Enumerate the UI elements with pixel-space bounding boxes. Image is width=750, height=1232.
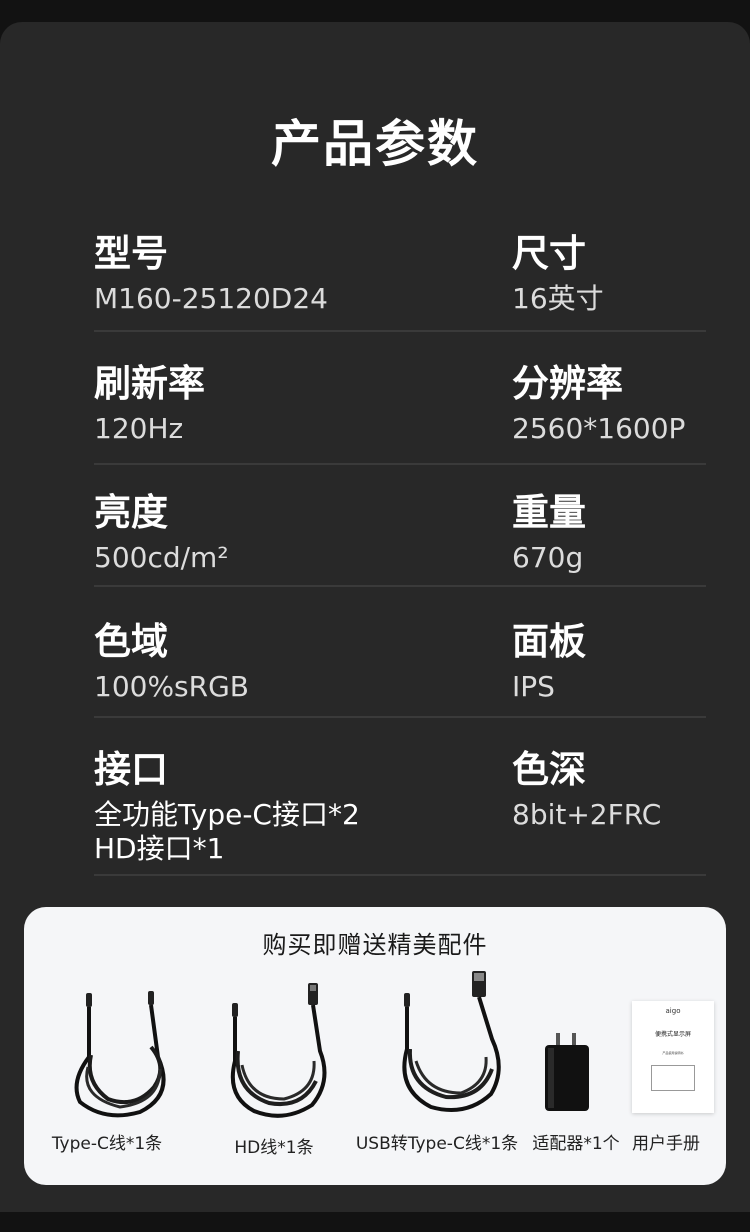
spec-row: 亮度 500cd/m² 重量 670g [94,491,706,587]
spec-row: 接口 全功能Type-C接口*2 HD接口*1 色深 8bit+2FRC [94,748,706,876]
spec-item-color-depth: 色深 8bit+2FRC [512,748,661,832]
usb-to-type-c-cable-icon [402,971,501,1112]
spec-item-model: 型号 M160-25120D24 [94,232,328,316]
spec-item-brightness: 亮度 500cd/m² [94,491,229,575]
gift-item-power-adapter [540,1031,594,1117]
manual-brand: aigo [665,1007,681,1015]
gift-title: 购买即赠送精美配件 [262,931,488,959]
gift-label: USB转Type-C线*1条 [355,1134,519,1154]
spec-value: 8bit+2FRC [512,798,662,831]
page-title: 产品参数 [271,115,479,173]
spec-item-ports: 接口 全功能Type-C接口*2 HD接口*1 [94,748,360,866]
spec-value: 16英寸 [512,282,604,315]
spec-value: 2560*1600P [512,412,686,445]
spec-label: 尺寸 [512,232,586,275]
spec-label: 亮度 [94,491,168,534]
spec-value: HD接口*1 [94,832,225,865]
gift-label: HD线*1条 [234,1138,314,1158]
power-adapter-icon [545,1033,589,1111]
spec-item-color-gamut: 色域 100%sRGB [94,620,249,704]
gift-label: 适配器*1个 [532,1134,620,1154]
spec-value: 100%sRGB [94,670,249,703]
spec-item-panel: 面板 IPS [512,620,586,704]
spec-item-resolution: 分辨率 2560*1600P [512,362,685,446]
gift-item-usb-type-c-cable [396,969,516,1119]
spec-value: 500cd/m² [94,541,229,574]
spec-row: 色域 100%sRGB 面板 IPS [94,620,706,718]
spec-label: 刷新率 [94,362,205,405]
spec-value: 670g [512,541,584,574]
gift-panel: 购买即赠送精美配件 Type-C线*1条 HD线*1条 USB转Type-C线*… [24,907,726,1185]
spec-label: 型号 [94,232,168,275]
manual-heading: 便携式显示屏 [654,1031,691,1038]
spec-item-refresh-rate: 刷新率 120Hz [94,362,205,446]
spec-label: 色深 [512,748,586,791]
gift-item-type-c-cable [50,987,186,1137]
spec-item-weight: 重量 670g [512,491,586,575]
manual-small: 产品使用说明书 [662,1051,684,1055]
gift-label: 用户手册 [632,1134,700,1154]
manual-illustration [651,1065,695,1091]
spec-value: 120Hz [94,412,184,445]
spec-row: 刷新率 120Hz 分辨率 2560*1600P [94,362,706,465]
spec-label: 重量 [512,491,586,534]
spec-value: IPS [512,670,555,703]
spec-label: 分辨率 [512,362,623,405]
gift-item-hd-cable [224,981,336,1131]
spec-label: 色域 [94,620,168,663]
hd-cable-icon [230,983,327,1118]
type-c-cable-icon [74,991,166,1118]
spec-label: 接口 [94,748,168,791]
gift-item-user-manual: aigo 便携式显示屏 产品使用说明书 [632,1001,714,1113]
spec-label: 面板 [512,620,586,663]
spec-row: 型号 M160-25120D24 尺寸 16英寸 [94,232,706,332]
spec-value: M160-25120D24 [94,282,328,315]
spec-value: 全功能Type-C接口*2 [94,798,360,831]
spec-item-size: 尺寸 16英寸 [512,232,604,316]
gift-label: Type-C线*1条 [51,1134,163,1154]
